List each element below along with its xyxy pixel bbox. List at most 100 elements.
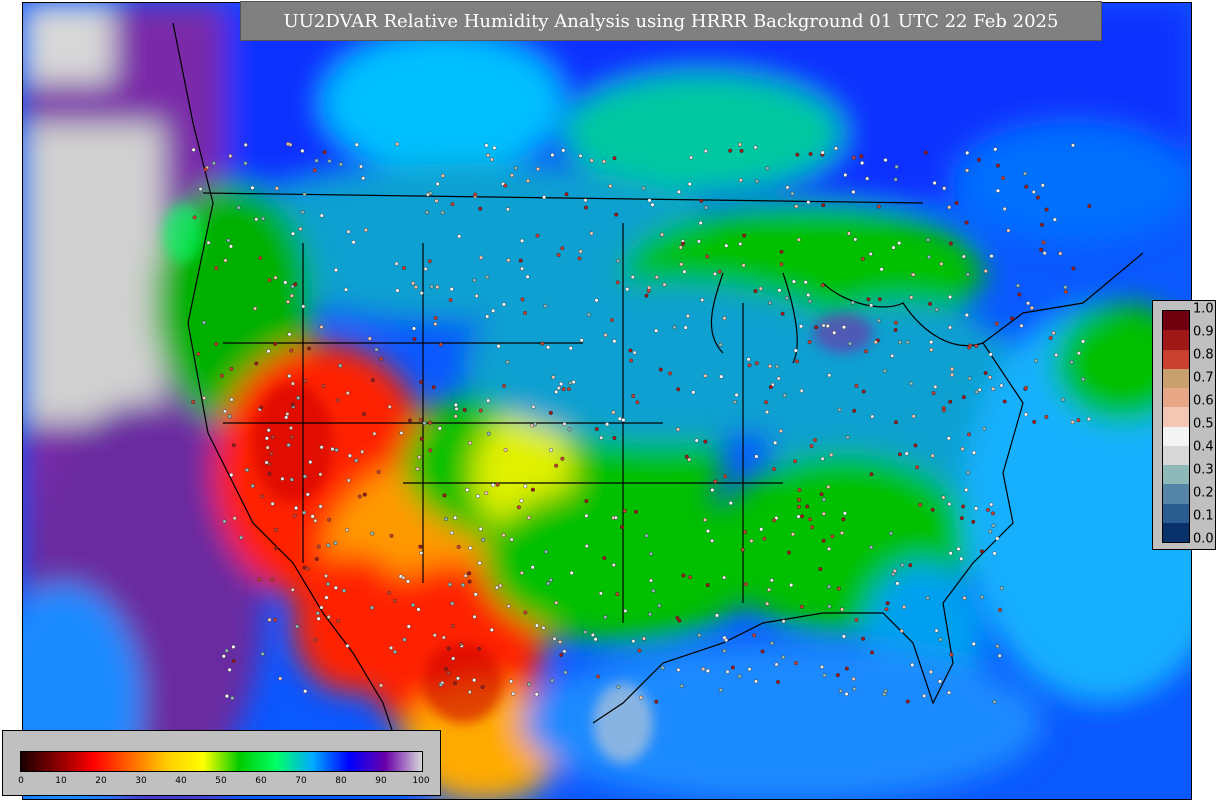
observation-dot [992, 699, 997, 704]
observation-dot [300, 148, 305, 153]
observation-dot [1081, 339, 1086, 344]
observation-dot [842, 511, 847, 516]
observation-colorbar-swatch [1163, 465, 1189, 485]
observation-dot [754, 454, 759, 459]
observation-dot [462, 407, 467, 412]
observation-dot [1002, 399, 1007, 404]
observation-dot [211, 161, 216, 166]
observation-dot [485, 314, 490, 319]
observation-dot [603, 615, 608, 620]
observation-dot [313, 518, 318, 523]
observation-dot [419, 380, 424, 385]
observation-dot [689, 155, 694, 160]
observation-dot [794, 204, 799, 209]
observation-dot [630, 275, 635, 280]
observation-dot [289, 477, 294, 482]
observation-dot [228, 153, 233, 158]
observation-dot [223, 258, 228, 263]
observation-dot [796, 504, 801, 509]
observation-dot [842, 325, 847, 330]
observation-dot [372, 431, 377, 436]
observation-dot [737, 674, 742, 679]
observation-dot [402, 637, 407, 642]
observation-dot [450, 624, 455, 629]
observation-dot [441, 635, 446, 640]
observation-dot [594, 298, 599, 303]
observation-dot [850, 300, 855, 305]
observation-dot [705, 583, 710, 588]
observation-dot [227, 667, 232, 672]
observation-dot [808, 517, 813, 522]
observation-dot [722, 648, 727, 653]
observation-dot [821, 538, 826, 543]
observation-dot [947, 205, 952, 210]
observation-dot [453, 414, 458, 419]
observation-dot [1051, 331, 1056, 336]
observation-dot [605, 422, 610, 427]
observation-dot [376, 470, 381, 475]
observation-dot [859, 154, 864, 159]
observation-dot [612, 156, 617, 161]
observation-dot [779, 249, 784, 254]
observation-dot [450, 202, 455, 207]
observation-dot [412, 337, 417, 342]
observation-dot [699, 198, 704, 203]
observation-dot [530, 565, 535, 570]
observation-dot [678, 245, 683, 250]
observation-dot [909, 295, 914, 300]
observation-dot [258, 255, 263, 260]
observation-dot [395, 288, 400, 293]
observation-dot [1023, 171, 1028, 176]
observation-dot [305, 566, 310, 571]
observation-dot [821, 203, 826, 208]
observation-dot [762, 536, 767, 541]
observation-dot [273, 527, 278, 532]
observation-dot [440, 210, 445, 215]
observation-dot [559, 381, 564, 386]
observation-dot [654, 275, 659, 280]
observation-dot [853, 237, 858, 242]
observation-dot [568, 346, 573, 351]
observation-dot [270, 435, 275, 440]
observation-dot [1060, 397, 1065, 402]
observation-dot [319, 605, 324, 610]
observation-dot [406, 624, 411, 629]
observation-dot [701, 667, 706, 672]
observation-dot [946, 436, 951, 441]
observation-dot [344, 287, 349, 292]
observation-dot [554, 600, 559, 605]
observation-dot [562, 422, 567, 427]
observation-dot [593, 637, 598, 642]
observation-dot [995, 536, 1000, 541]
observation-dot [679, 262, 684, 267]
observation-dot [1039, 247, 1044, 252]
observation-dot [897, 340, 902, 345]
observation-dot [221, 654, 226, 659]
observation-dot [334, 268, 339, 273]
observation-dot [644, 533, 649, 538]
observation-dot [285, 412, 290, 417]
observation-dot [501, 533, 506, 538]
observation-dot [844, 666, 849, 671]
observation-dot [890, 353, 895, 358]
observation-dot [767, 587, 772, 592]
observation-dot [759, 527, 764, 532]
observation-dot [556, 252, 561, 257]
observation-dot [738, 178, 743, 183]
observation-dot [654, 328, 659, 333]
observation-dot [518, 258, 523, 263]
observation-dot [1040, 183, 1045, 188]
observation-dot [290, 435, 295, 440]
observation-dot [796, 237, 801, 242]
observation-dot [760, 649, 765, 654]
observation-dot [503, 447, 508, 452]
observation-dot [793, 459, 798, 464]
observation-dot [224, 694, 229, 699]
observation-dot [904, 451, 909, 456]
observation-dot [876, 318, 881, 323]
observation-dot [827, 584, 832, 589]
observation-dot [870, 414, 875, 419]
observation-dot [505, 207, 510, 212]
observation-dot [628, 348, 633, 353]
observation-dot [367, 336, 372, 341]
